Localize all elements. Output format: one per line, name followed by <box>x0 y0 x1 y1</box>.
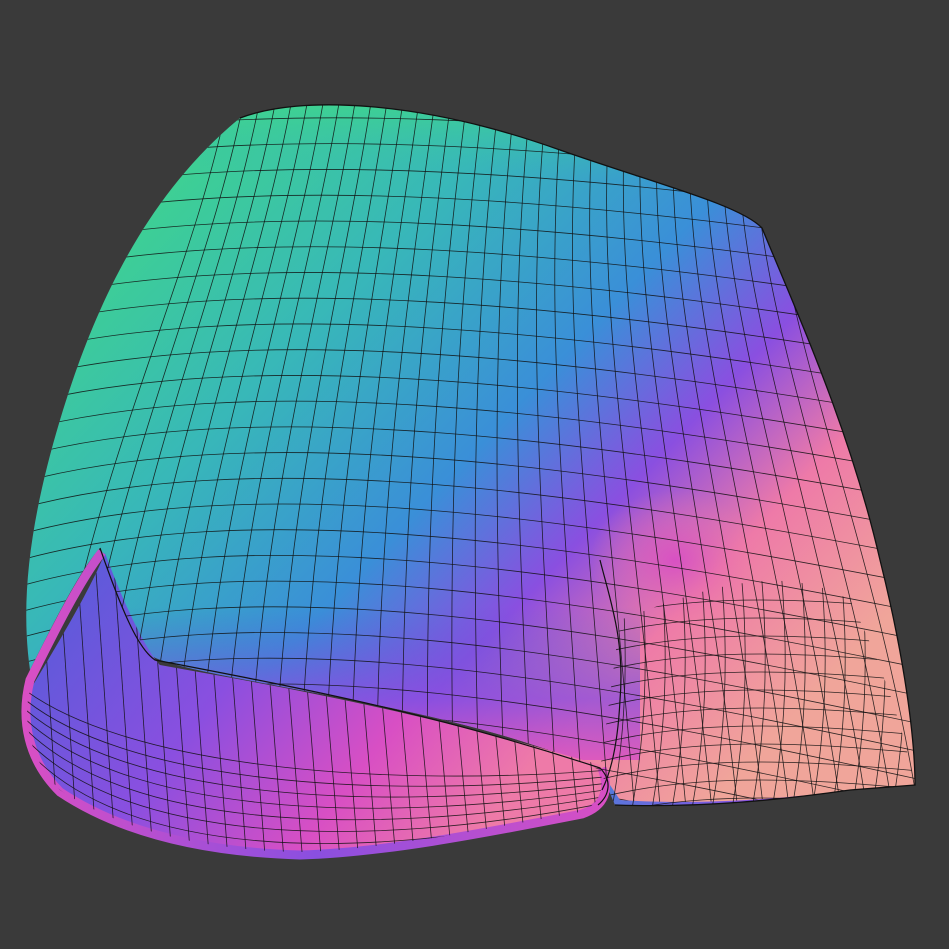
3d-viewport[interactable] <box>0 0 949 949</box>
mesh-render <box>0 0 949 949</box>
